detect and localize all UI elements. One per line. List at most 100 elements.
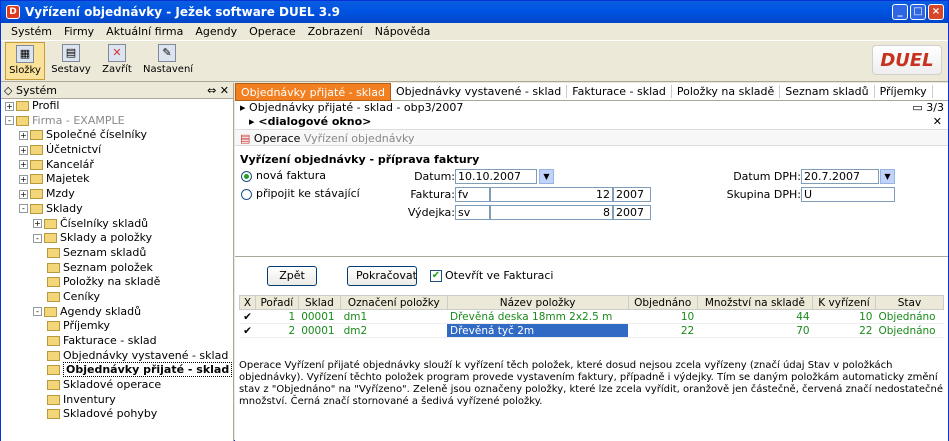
menu-firmy[interactable]: Firmy — [58, 25, 100, 38]
tree-item[interactable]: Objednávky vystavené - sklad — [1, 349, 233, 364]
expand-icon[interactable]: + — [19, 145, 28, 155]
skupina-dph-input[interactable]: U — [801, 187, 895, 202]
vydejka-number-input[interactable]: 8 — [490, 205, 613, 220]
tree-item[interactable]: + Majetek — [1, 172, 233, 187]
tree-item[interactable]: - Agendy skladů — [1, 305, 233, 320]
datum-dph-dropdown-icon[interactable]: ▼ — [880, 169, 895, 184]
divider — [235, 256, 948, 257]
tree-item[interactable]: + Kancelář — [1, 158, 233, 173]
collapse-icon[interactable]: - — [33, 307, 42, 317]
row-checkbox[interactable]: ✔ — [239, 309, 256, 324]
operation-bar: ▤ Operace Vyřízení objednávky — [235, 129, 948, 146]
close-button[interactable]: × — [928, 4, 944, 20]
window-title: Vyřízení objednávky - Ježek software DUE… — [25, 5, 341, 19]
table-cell: Dřevěná deska 18mm 2x2.5 m — [447, 309, 629, 324]
sidebar-close-icon[interactable]: ⇔ ✕ — [207, 84, 229, 97]
tree-item-label: Majetek — [46, 172, 90, 186]
tab-objednavky-vystavene[interactable]: Objednávky vystavené - sklad — [391, 85, 568, 98]
maximize-button[interactable]: □ — [910, 4, 926, 20]
tree-item[interactable]: Inventury — [1, 393, 233, 408]
radio-attach-icon — [241, 188, 252, 200]
collapse-icon[interactable]: - — [5, 116, 14, 126]
column-header[interactable]: Stav — [874, 295, 945, 310]
table-cell: 70 — [697, 323, 813, 338]
menu-napoveda[interactable]: Nápověda — [369, 25, 437, 38]
tree-item[interactable]: + Společné číselníky — [1, 128, 233, 143]
tree-item[interactable]: Ceníky — [1, 290, 233, 305]
column-header[interactable]: Pořadí — [254, 295, 299, 310]
column-header[interactable]: Sklad — [297, 295, 342, 310]
tab-fakturace[interactable]: Fakturace - sklad — [567, 85, 672, 98]
tab-seznam-skladu[interactable]: Seznam skladů — [780, 85, 875, 98]
menu-zobrazeni[interactable]: Zobrazení — [302, 25, 369, 38]
tree-item[interactable]: + Účetnictví — [1, 143, 233, 158]
continue-button[interactable]: Pokračovat — [347, 266, 417, 286]
tree-item[interactable]: - Firma - EXAMPLE — [1, 114, 233, 129]
menu-agendy[interactable]: Agendy — [189, 25, 243, 38]
menu-operace[interactable]: Operace — [243, 25, 302, 38]
column-header[interactable]: Název položky — [446, 295, 629, 310]
datum-input[interactable]: 10.10.2007 — [455, 169, 537, 184]
vydejka-prefix-input[interactable]: sv — [455, 205, 490, 220]
faktura-year-input[interactable]: 2007 — [613, 187, 651, 202]
datum-dropdown-icon[interactable]: ▼ — [539, 169, 554, 184]
menu-aktualni-firma[interactable]: Aktuální firma — [100, 25, 189, 38]
settings-button[interactable]: ✎ Nastavení — [143, 42, 193, 80]
faktura-prefix-input[interactable]: fv — [455, 187, 490, 202]
tree-item[interactable]: - Sklady — [1, 202, 233, 217]
tree-item[interactable]: + Profil — [1, 99, 233, 114]
open-invoicing-checkbox[interactable]: ✔ Otevřít ve Fakturaci — [430, 269, 554, 282]
expand-icon[interactable]: + — [19, 174, 28, 184]
datum-dph-input[interactable]: 20.7.2007 — [801, 169, 879, 184]
table-row[interactable]: ✔ 2 00001 dm2 Dřevěná tyč 2m 22 70 22 Objednáno — [239, 323, 944, 338]
tree-item[interactable]: Příjemky — [1, 319, 233, 334]
column-header[interactable]: Množství na skladě — [696, 295, 814, 310]
table-row[interactable]: ✔ 1 00001 dm1 Dřevěná deska 18mm 2x2.5 m 10 44… — [239, 309, 944, 324]
column-header[interactable]: X — [239, 295, 256, 310]
tree-item[interactable]: Objednávky přijaté - sklad — [1, 362, 233, 378]
tab-objednavky-prijate[interactable]: Objednávky přijaté - sklad — [235, 82, 391, 101]
vydejka-label: Výdejka: — [407, 206, 455, 219]
vydejka-year-input[interactable]: 2007 — [613, 205, 651, 220]
minimize-button[interactable]: _ — [892, 4, 908, 20]
column-header[interactable]: K vyřízení — [812, 295, 876, 310]
folder-icon — [47, 350, 60, 361]
column-header[interactable]: Objednáno — [627, 295, 698, 310]
tab-polozky-na-sklade[interactable]: Položky na skladě — [672, 85, 781, 98]
row-checkbox[interactable]: ✔ — [239, 323, 256, 338]
expand-icon[interactable]: + — [19, 189, 28, 199]
collapse-icon[interactable]: - — [33, 233, 42, 243]
faktura-number-input[interactable]: 12 — [490, 187, 613, 202]
title-bar[interactable]: D Vyřízení objednávky - Ježek software D… — [1, 1, 948, 23]
tree-item[interactable]: - Sklady a položky — [1, 231, 233, 246]
folders-button[interactable]: ▦ Složky — [5, 42, 45, 80]
menu-system[interactable]: Systém — [5, 25, 58, 38]
tree-item-label: Účetnictví — [46, 143, 102, 157]
radio-attach-invoice[interactable]: připojit ke stávající — [241, 187, 360, 200]
form-title: Vyřízení objednávky - příprava faktury — [240, 153, 480, 166]
expand-icon[interactable]: + — [5, 101, 14, 111]
tree-item[interactable]: + Mzdy — [1, 187, 233, 202]
expand-icon[interactable]: + — [33, 219, 42, 228]
table-cell: Objednáno — [875, 309, 944, 324]
tree-item[interactable]: Seznam položek — [1, 261, 233, 276]
folder-icon — [47, 247, 60, 258]
collapse-icon[interactable]: - — [19, 204, 28, 214]
tree-item[interactable]: Skladové operace — [1, 378, 233, 393]
tab-prijemky[interactable]: Příjemky — [875, 85, 933, 98]
radio-new-invoice[interactable]: nová faktura — [241, 169, 326, 182]
tree-item[interactable]: Seznam skladů — [1, 246, 233, 261]
dialog-close-icon[interactable]: ✕ — [933, 115, 942, 129]
tree-item[interactable]: + Číselníky skladů — [1, 217, 233, 232]
back-button[interactable]: Zpět — [267, 266, 317, 286]
column-header[interactable]: Označení položky — [340, 295, 448, 310]
tree-item[interactable]: Fakturace - sklad — [1, 334, 233, 349]
close-agenda-button[interactable]: ✕ Zavřít — [97, 42, 137, 80]
reports-button[interactable]: ▤ Sestavy — [51, 42, 91, 80]
tree-item-label: Ceníky — [63, 289, 100, 303]
tree-item[interactable]: Skladové pohyby — [1, 407, 233, 422]
close-label: Zavřít — [102, 64, 132, 75]
expand-icon[interactable]: + — [19, 130, 28, 140]
tree-item[interactable]: Položky na skladě — [1, 275, 233, 290]
expand-icon[interactable]: + — [19, 160, 28, 170]
